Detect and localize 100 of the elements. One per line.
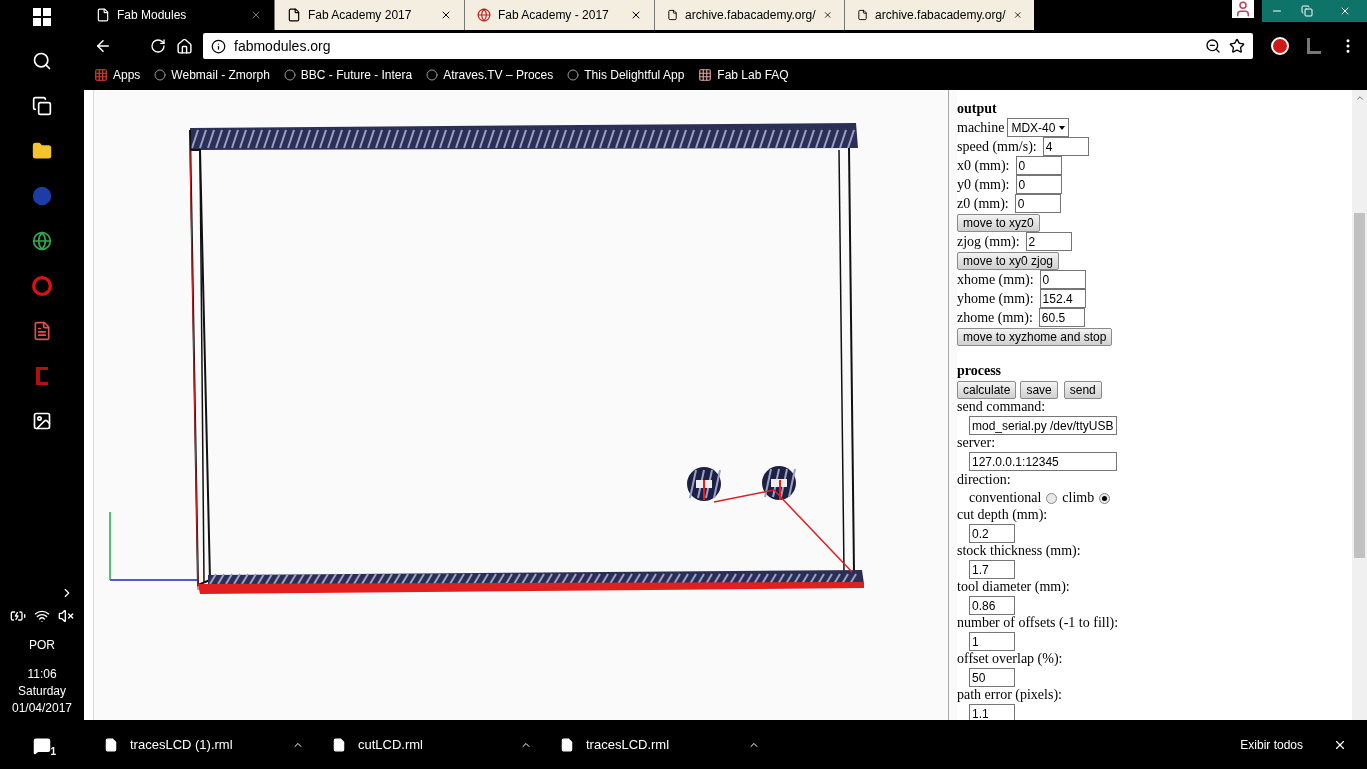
action-button[interactable]: calculate [957,380,1017,399]
field-label: stock thickness (mm): [957,543,1082,559]
browser-icon[interactable] [32,231,52,251]
browser-tab[interactable]: Fab Academy 2017 [274,0,464,30]
page-icon [667,8,679,22]
field-label: speed (mm/s): [957,137,1037,156]
ring-browser-icon[interactable] [32,276,52,296]
search-icon[interactable] [32,51,52,71]
bookmark[interactable]: Webmail - Zmorph [154,66,270,84]
field-label: path error (pixels): [957,687,1063,703]
dropdown-caret-icon [1059,125,1066,130]
page-icon [287,8,301,22]
site-icon [567,69,580,81]
field-label: direction: [957,471,1012,489]
input-field[interactable]: 1.1 [969,704,1015,720]
section-title: process [957,362,1003,380]
start-icon[interactable] [33,8,51,26]
download-item[interactable]: tracesLCD.rml [560,734,788,755]
back-icon[interactable] [94,37,112,55]
field-label: offset overlap (%): [957,651,1064,667]
tab-title: archive.fabacademy.org/ [875,7,1006,24]
input-field[interactable]: 2 [1025,232,1072,251]
input-field[interactable]: 127.0.0.1:12345 [969,452,1117,471]
clock-time: 11:06 [27,666,57,683]
field-label: z0 (mm): [957,194,1009,213]
tab-title: archive.fabacademy.org/ [685,7,816,24]
field-label: x0 (mm): [957,156,1010,175]
language-indicator[interactable]: POR [29,636,55,654]
mute-icon[interactable] [58,608,74,624]
address-bar[interactable]: fabmodules.org [203,33,1253,59]
reload-icon[interactable] [150,38,166,54]
section-title: output [957,100,998,118]
grid-icon [698,68,713,82]
restore-icon [1301,5,1313,17]
document-app-icon[interactable] [32,321,52,341]
field-label: yhome (mm): [957,289,1034,308]
input-field[interactable]: 0.2 [969,524,1015,543]
folder-icon[interactable] [32,141,52,161]
action-button[interactable]: move to xy0 zjog [957,251,1060,270]
field-label: xhome (mm): [957,270,1034,289]
download-item[interactable]: cutLCD.rml [332,734,560,755]
input-field[interactable]: 0 [1014,194,1061,213]
site-icon [283,69,296,81]
input-field[interactable]: 50 [969,668,1015,687]
radio-button[interactable] [1046,492,1058,504]
browser-tab[interactable]: archive.fabacademy.org/ [654,0,844,30]
action-button[interactable]: move to xyz0 [957,213,1040,232]
input-field[interactable]: mod_serial.py /dev/ttyUSB [969,416,1117,435]
bookmark[interactable]: Apps [94,66,141,84]
input-field[interactable]: 0 [1015,175,1062,194]
file-icon [332,736,346,753]
tab-title: Fab Academy 2017 [308,7,413,24]
bookmark[interactable]: This Delightful App [567,66,685,84]
browser-tab[interactable]: archive.fabacademy.org/ [844,0,1034,30]
close-icon[interactable] [440,9,452,21]
radio-button[interactable] [1099,492,1111,504]
field-label: y0 (mm): [957,175,1010,194]
input-field[interactable]: 4 [1042,137,1089,156]
bookmark-star-icon[interactable] [1229,38,1245,54]
machine-select[interactable]: MDX-40 [1007,118,1070,137]
scroll-up-icon[interactable] [1354,93,1365,103]
input-field[interactable]: 152.4 [1039,289,1086,308]
zoom-out-icon[interactable] [1205,38,1221,54]
field-label: zhome (mm): [957,308,1033,327]
file-icon [104,736,118,753]
close-icon[interactable] [630,9,642,21]
notification-count: 1 [50,745,56,759]
task-view-icon[interactable] [32,96,52,116]
battery-icon[interactable] [10,608,26,624]
page-icon [857,8,869,22]
show-all-link[interactable]: Exibir todos [1240,735,1303,754]
input-field[interactable]: 0.86 [969,596,1015,615]
field-label: send command: [957,399,1047,415]
input-field[interactable]: 1.7 [969,560,1015,579]
clock-day: Saturday [18,683,66,700]
bookmark[interactable]: Atraves.TV – Proces [426,66,554,84]
photos-icon[interactable] [32,411,52,431]
action-button[interactable]: send [1063,380,1102,399]
wifi-icon[interactable] [34,608,50,624]
action-button[interactable]: save [1020,380,1058,399]
input-field[interactable]: 1 [969,632,1015,651]
input-field[interactable]: 0 [1015,156,1062,175]
field-label: tool diameter (mm): [957,579,1071,595]
file-icon [560,736,574,753]
bookmark[interactable]: BBC - Future - Intera [283,66,413,84]
browser-tab[interactable]: Fab Academy - 2017 [464,0,654,30]
home-icon[interactable] [176,37,193,55]
field-label: cut depth (mm): [957,507,1049,523]
input-field[interactable]: 60.5 [1038,308,1085,327]
action-button[interactable]: move to xyzhome and stop [957,327,1113,346]
clock-date: 01/04/2017 [11,700,73,717]
tab-title: Fab Modules [117,7,188,24]
download-item[interactable]: tracesLCD (1).rml [104,734,332,755]
field-label: number of offsets (-1 to fill): [957,615,1120,631]
scrollbar[interactable] [1352,90,1367,720]
bookmark[interactable]: Fab Lab FAQ [698,66,789,84]
tab-favicon-icon [477,8,491,22]
profile-icon[interactable] [1232,0,1254,18]
input-field[interactable]: 0 [1039,270,1086,289]
notifications-icon[interactable] [33,737,51,755]
